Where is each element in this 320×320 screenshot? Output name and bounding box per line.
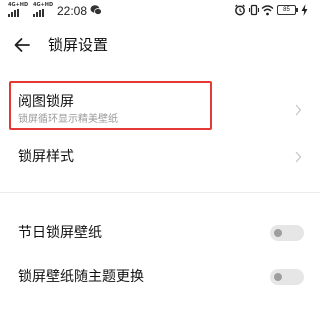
list-item-wallpaper-follow-theme[interactable]: 锁屏壁纸随主题更换: [0, 260, 320, 294]
section-divider: [0, 192, 320, 193]
list-item-holiday-wallpaper[interactable]: 节日锁屏壁纸: [0, 216, 320, 250]
network-label-2: 4G+HD: [33, 2, 54, 8]
status-bar: 4G+HD 4G+HD 22:08 85: [0, 0, 320, 22]
chevron-right-icon: [295, 151, 302, 163]
list-item-lockscreen-style[interactable]: 锁屏样式: [0, 140, 320, 174]
chevron-right-icon: [295, 104, 302, 116]
signal-indicator-2: 4G+HD: [33, 3, 53, 17]
battery-level: 85: [283, 7, 290, 13]
signal-indicator-1: 4G+HD: [8, 3, 28, 17]
highlight-box: [9, 81, 212, 130]
toggle-knob: [274, 273, 282, 281]
signal-bars-icon: [8, 9, 28, 17]
wechat-icon: [90, 5, 102, 15]
list-item-title: 节日锁屏壁纸: [18, 225, 102, 241]
network-label-1: 4G+HD: [8, 2, 29, 8]
follow-theme-toggle[interactable]: [270, 269, 304, 285]
list-item-title: 锁屏样式: [18, 149, 74, 165]
toggle-knob: [274, 229, 282, 237]
page-title: 锁屏设置: [48, 36, 109, 54]
wifi-icon: [261, 5, 274, 16]
alarm-icon: [235, 4, 245, 16]
battery-icon: 85: [277, 5, 298, 15]
holiday-wallpaper-toggle[interactable]: [270, 225, 304, 241]
back-arrow-icon[interactable]: [12, 35, 32, 55]
app-header: 锁屏设置: [0, 24, 320, 66]
signal-bars-icon: [33, 9, 53, 17]
status-time: 22:08: [57, 4, 88, 18]
vibrate-icon: [248, 4, 260, 16]
lightning-icon: [301, 4, 308, 16]
list-item-title: 锁屏壁纸随主题更换: [18, 269, 144, 285]
